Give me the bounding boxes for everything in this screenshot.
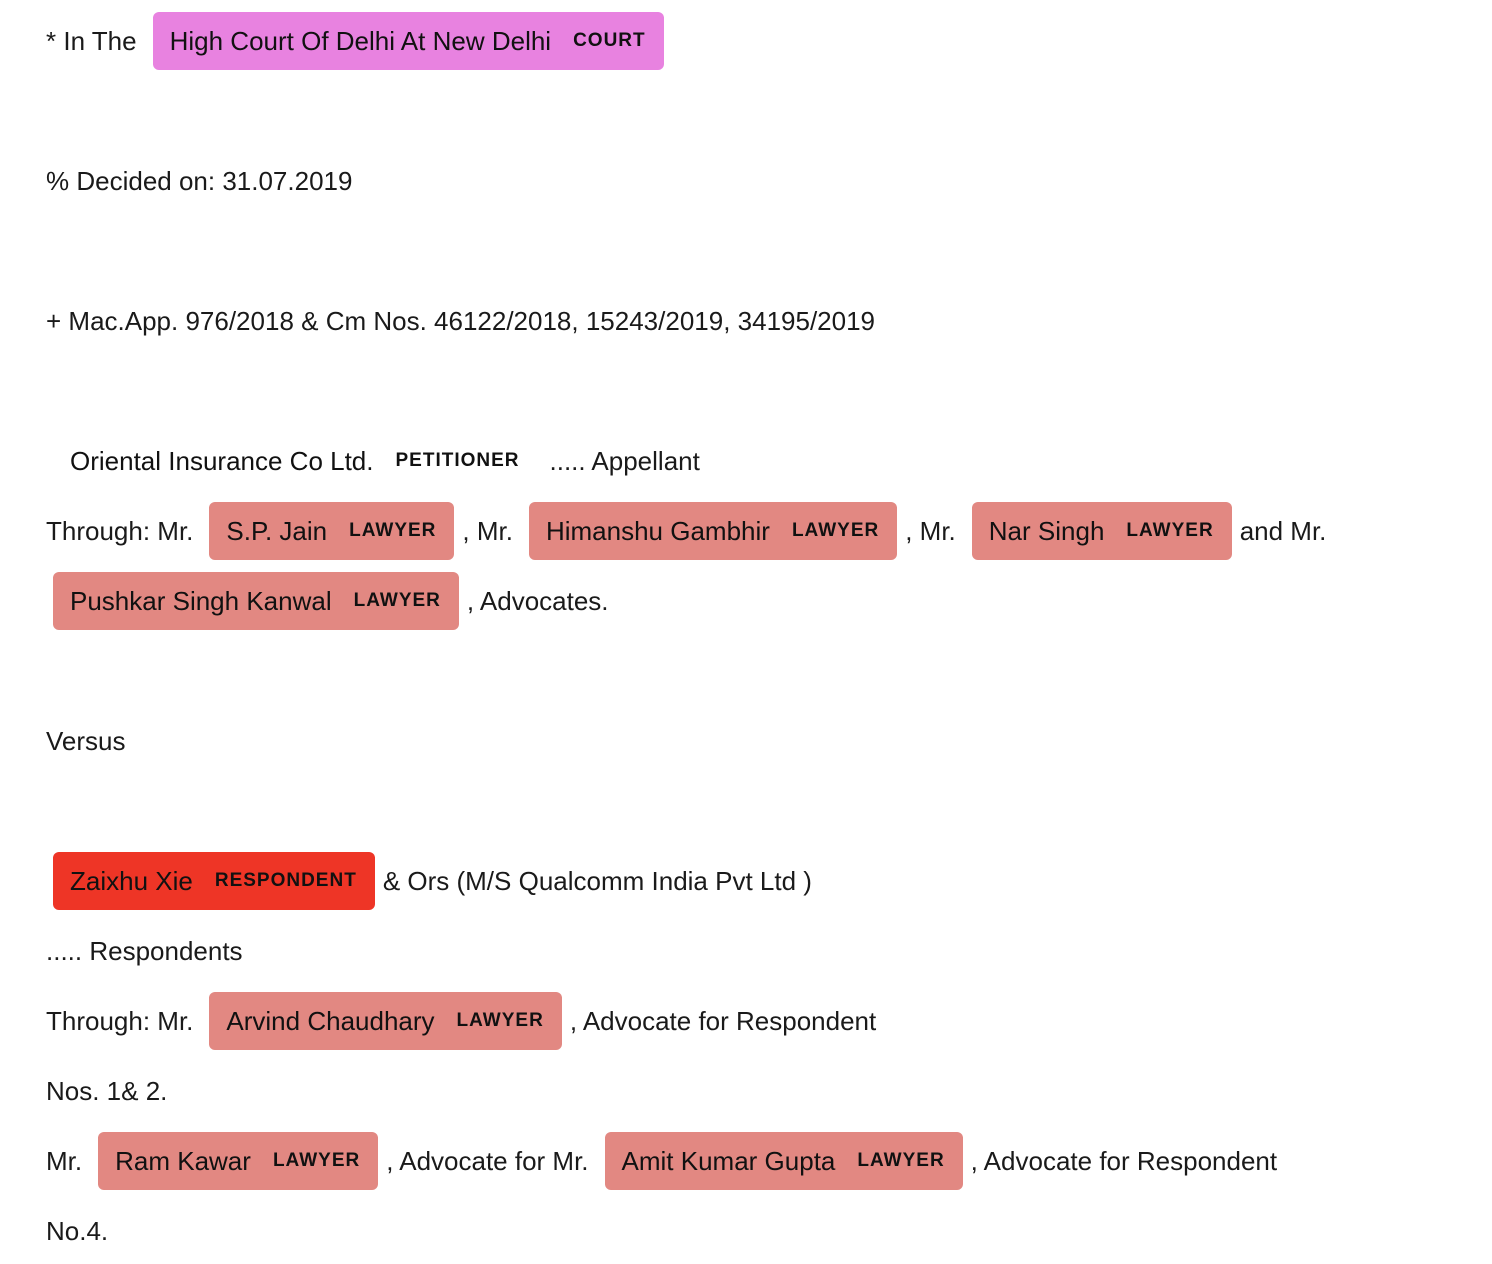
decided-on-text: % Decided on: 31.07.2019 [46, 166, 353, 196]
lawyer-entity-pushkar-singh-kanwal[interactable]: Pushkar Singh Kanwal LAWYER [53, 572, 459, 630]
respondent-entity-name: Zaixhu Xie [70, 866, 193, 896]
appellant-counsel-line: Through: Mr. S.P. Jain LAWYER , Mr. Hima… [46, 502, 1326, 560]
lawyer-entity-amit-kumar-gupta[interactable]: Amit Kumar Gupta LAWYER [604, 1132, 963, 1190]
appellant-text: ..... Appellant [549, 446, 700, 476]
petitioner-entity-name: Oriental Insurance Co Ltd. [70, 446, 374, 476]
lawyer-entity-name: Nar Singh [988, 516, 1105, 546]
petitioner-entity[interactable]: Oriental Insurance Co Ltd. PETITIONER [46, 432, 544, 490]
lawyer-entity-tag: LAWYER [353, 590, 441, 611]
lawyer-entity-name: Amit Kumar Gupta [621, 1146, 836, 1176]
lawyer-entity-tag: LAWYER [1126, 520, 1214, 541]
advocate-for-respondent-text: , Advocate for Respondent [970, 1146, 1278, 1176]
respondent-number-text: No.4. [46, 1216, 109, 1246]
petitioner-line: Oriental Insurance Co Ltd. PETITIONER ..… [46, 432, 700, 490]
lawyer-entity-name: Arvind Chaudhary [226, 1006, 435, 1036]
advocate-for-respondent-text: , Advocate for Respondent [569, 1006, 877, 1036]
court-line: * In The High Court Of Delhi At New Delh… [46, 12, 672, 70]
respondent-line: Zaixhu Xie RESPONDENT & Ors (M/S Qualcom… [46, 852, 812, 910]
lawyer-entity-tag: LAWYER [349, 520, 437, 541]
lawyer-entity-sp-jain[interactable]: S.P. Jain LAWYER [209, 502, 455, 560]
lawyer-entity-ram-kawar[interactable]: Ram Kawar LAWYER [98, 1132, 379, 1190]
versus-line: Versus [46, 712, 126, 770]
lawyer-entity-tag: LAWYER [857, 1150, 945, 1171]
lawyer-entity-tag: LAWYER [272, 1150, 361, 1171]
respondent-numbers-text: Nos. 1& 2. [46, 1076, 168, 1106]
mr-text: Mr. [46, 1146, 83, 1176]
respondent-counsel-line: Through: Mr. Arvind Chaudhary LAWYER , A… [46, 992, 876, 1050]
versus-text: Versus [46, 726, 126, 756]
through-text: Through: Mr. [46, 1006, 194, 1036]
court-prefix-text: * In The [46, 26, 137, 56]
case-number-line: + Mac.App. 976/2018 & Cm Nos. 46122/2018… [46, 292, 875, 350]
respondent-counsel-line-2: Mr. Ram Kawar LAWYER , Advocate for Mr. … [46, 1132, 1277, 1190]
lawyer-entity-name: Pushkar Singh Kanwal [70, 586, 332, 616]
court-entity-tag: COURT [573, 30, 646, 51]
separator-text: , Mr. [462, 516, 513, 546]
lawyer-entity-tag: LAWYER [456, 1010, 544, 1031]
separator-text: , Mr. [905, 516, 956, 546]
decided-on-line: % Decided on: 31.07.2019 [46, 152, 352, 210]
respondent-entity-tag: RESPONDENT [214, 870, 357, 891]
lawyer-entity-tag: LAWYER [791, 520, 880, 541]
and-mr-text: and Mr. [1239, 516, 1327, 546]
respondent-number-line: No.4. [46, 1202, 108, 1260]
appellant-counsel-line-2: Pushkar Singh Kanwal LAWYER , Advocates. [46, 572, 609, 630]
lawyer-entity-himanshu-gambhir[interactable]: Himanshu Gambhir LAWYER [528, 502, 898, 560]
lawyer-entity-arvind-chaudhary[interactable]: Arvind Chaudhary LAWYER [209, 992, 562, 1050]
lawyer-entity-name: Ram Kawar [115, 1146, 251, 1176]
respondents-line: ..... Respondents [46, 922, 243, 980]
respondent-entity[interactable]: Zaixhu Xie RESPONDENT [53, 852, 375, 910]
advocate-for-mr-text: , Advocate for Mr. [386, 1146, 589, 1176]
lawyer-entity-name: S.P. Jain [226, 516, 328, 546]
court-entity-name: High Court Of Delhi At New Delhi [169, 26, 552, 56]
respondent-suffix-text: & Ors (M/S Qualcomm India Pvt Ltd ) [382, 866, 812, 896]
respondents-text: ..... Respondents [46, 936, 243, 966]
lawyer-entity-nar-singh[interactable]: Nar Singh LAWYER [971, 502, 1232, 560]
through-text: Through: Mr. [46, 516, 194, 546]
respondent-numbers-line: Nos. 1& 2. [46, 1062, 167, 1120]
case-number-text: + Mac.App. 976/2018 & Cm Nos. 46122/2018… [46, 306, 876, 336]
petitioner-entity-tag: PETITIONER [395, 450, 520, 471]
advocates-text: , Advocates. [466, 586, 609, 616]
court-entity[interactable]: High Court Of Delhi At New Delhi COURT [152, 12, 664, 70]
lawyer-entity-name: Himanshu Gambhir [545, 516, 770, 546]
